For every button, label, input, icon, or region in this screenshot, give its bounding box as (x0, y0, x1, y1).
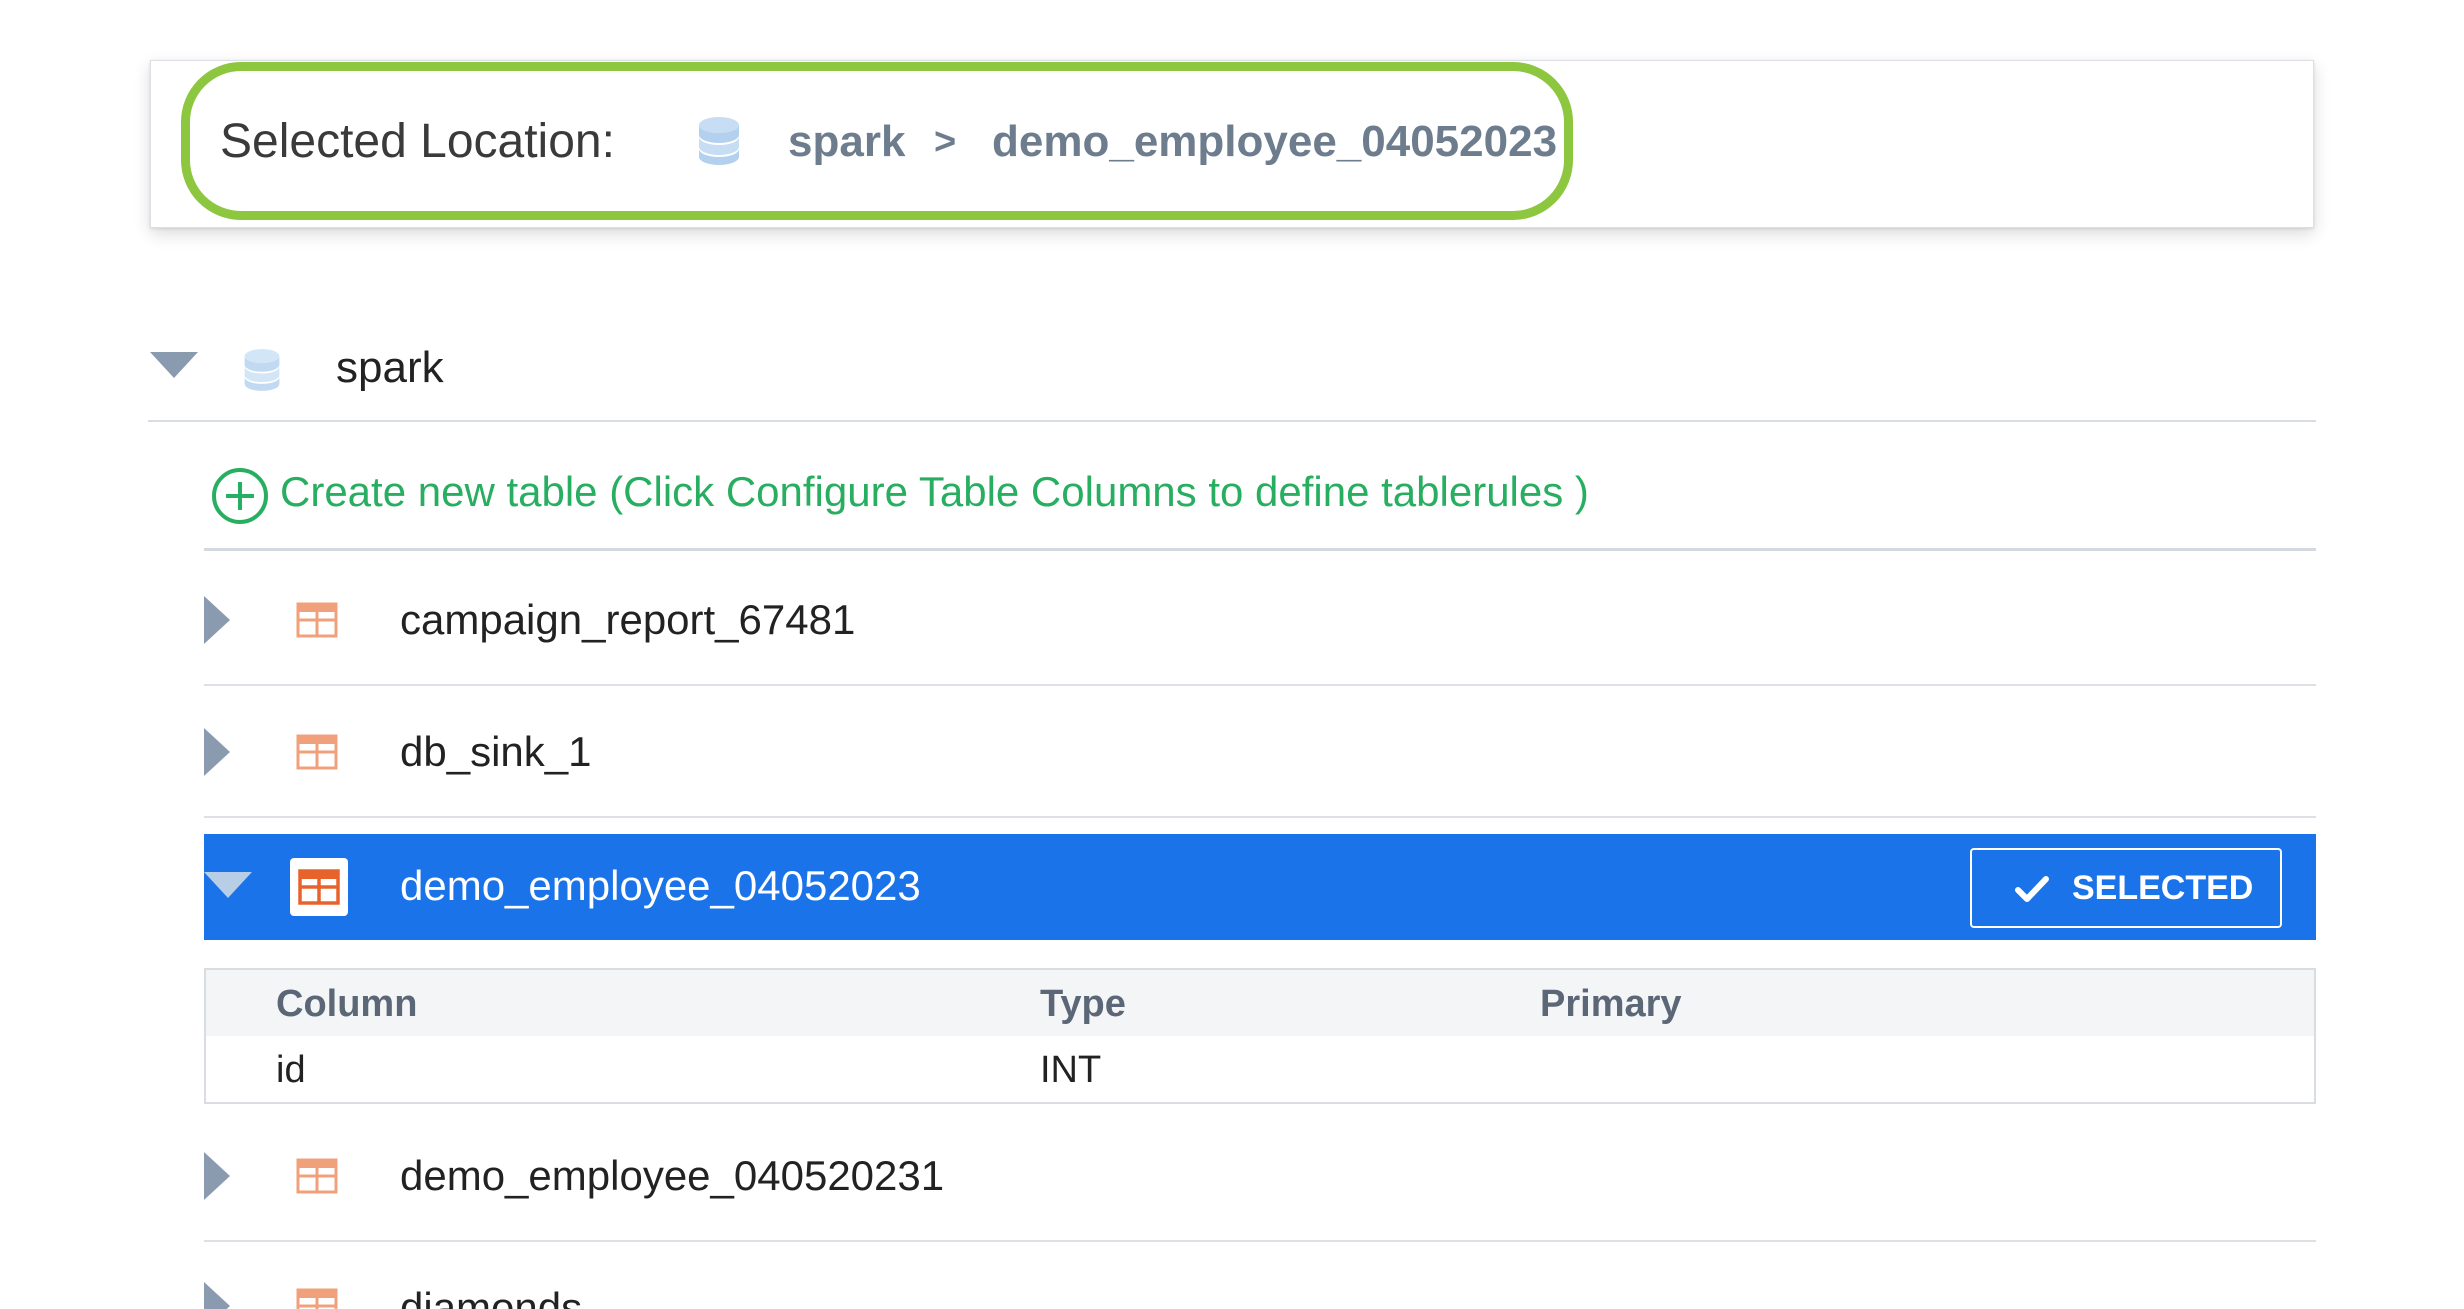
caret-right-icon[interactable] (204, 1152, 230, 1200)
tree-root-label: spark (336, 343, 444, 392)
breadcrumb-database[interactable]: spark (788, 114, 905, 170)
table-icon (290, 858, 348, 916)
table-row-db-sink[interactable]: db_sink_1 (204, 688, 2316, 818)
table-name: db_sink_1 (400, 728, 592, 775)
caret-right-icon[interactable] (204, 728, 230, 776)
column-header-primary: Primary (1540, 983, 1682, 1025)
table-name: campaign_report_67481 (400, 596, 856, 643)
caret-right-icon[interactable] (204, 1282, 230, 1309)
table-icon (296, 602, 338, 638)
breadcrumb-table[interactable]: demo_employee_04052023 (992, 114, 1557, 170)
column-cell-name: id (276, 1049, 306, 1091)
selected-location-label: Selected Location: (220, 115, 615, 168)
tree-root-spark[interactable] (148, 330, 2316, 420)
database-icon (244, 349, 280, 391)
caret-down-icon[interactable] (150, 352, 198, 378)
selected-button[interactable]: SELECTED (1970, 848, 2282, 928)
plus-circle-icon[interactable] (210, 466, 270, 526)
table-icon (296, 734, 338, 770)
breadcrumb-separator: > (934, 121, 957, 163)
divider (204, 1240, 2316, 1242)
divider (204, 684, 2316, 686)
caret-down-icon[interactable] (204, 872, 252, 898)
table-name: demo_employee_040520231 (400, 1152, 945, 1199)
create-new-table-label[interactable]: Create new table (Click Configure Table … (280, 464, 1589, 520)
selected-button-label: SELECTED (2072, 869, 2254, 907)
column-header-column: Column (276, 983, 418, 1025)
divider (148, 420, 2316, 422)
column-header-type: Type (1040, 983, 1126, 1025)
table-name: diamonds (400, 1284, 583, 1309)
divider (204, 816, 2316, 818)
columns-table: Column Type Primary id INT (204, 968, 2316, 1104)
divider (204, 548, 2316, 551)
table-row-demo-employee-2[interactable]: demo_employee_040520231 (204, 1112, 2316, 1242)
columns-table-header (206, 970, 2314, 1036)
table-row-diamonds[interactable]: diamonds (204, 1250, 2316, 1309)
caret-right-icon[interactable] (204, 596, 230, 644)
database-icon (699, 117, 739, 165)
table-row-demo-employee-selected[interactable]: demo_employee_04052023 SELECTED (204, 834, 2316, 940)
check-icon (2015, 876, 2049, 902)
table-icon (296, 1158, 338, 1194)
table-icon (296, 1288, 338, 1309)
table-name: demo_employee_04052023 (400, 862, 921, 909)
column-cell-type: INT (1040, 1049, 1102, 1091)
page: Selected Location: spark > demo_employee… (0, 0, 2464, 1309)
table-row-campaign-report[interactable]: campaign_report_67481 (204, 556, 2316, 686)
